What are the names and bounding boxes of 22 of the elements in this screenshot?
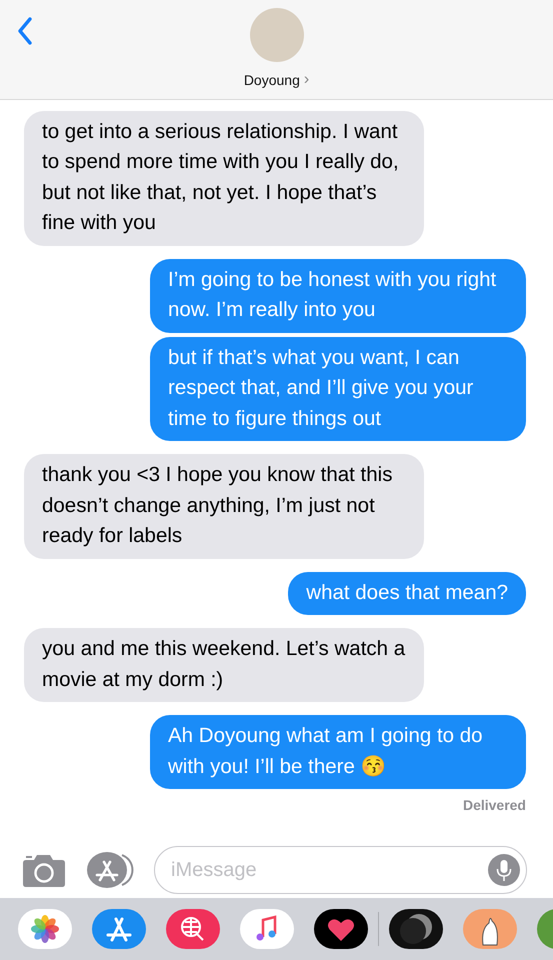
app-store-icon[interactable]: [92, 909, 146, 949]
sticker-app-icon[interactable]: [463, 909, 517, 949]
back-chevron-icon[interactable]: [17, 17, 33, 45]
message-bubble: thank you <3 I hope you know that this doesn’t change anything, I’m just not ready for labels: [24, 454, 424, 558]
microphone-icon[interactable]: [488, 854, 520, 886]
camera-icon[interactable]: [22, 853, 66, 887]
heart-app-icon[interactable]: [314, 909, 368, 949]
contact-name[interactable]: Doyoung: [244, 72, 300, 88]
message-bubble: you and me this weekend. Let’s watch a movie at my dorm :): [24, 628, 424, 702]
message-bubble: to get into a serious relationship. I want to spend more time with you I really do, but not like that, not yet. I hope that’s fine with you: [24, 110, 424, 246]
delivery-status: Delivered: [462, 797, 526, 813]
message-bubble: I’m going to be honest with you right now. I’m really into you: [150, 258, 526, 332]
moon-app-icon[interactable]: [389, 909, 443, 949]
app-store-icon[interactable]: [86, 850, 134, 890]
globe-search-icon[interactable]: [166, 909, 220, 949]
message-bubble: what does that mean?: [288, 572, 526, 615]
message-bubble: but if that’s what you want, I can respect that, and I’ll give you your time to figure things out: [150, 336, 526, 441]
message-input-field[interactable]: iMessage: [154, 846, 527, 894]
flower-app-icon[interactable]: [18, 909, 72, 949]
music-note-icon[interactable]: [240, 909, 294, 949]
message-bubble: Ah Doyoung what am I going to do with you! I’ll be there 😚: [150, 715, 526, 789]
chevron: ›: [304, 73, 310, 87]
